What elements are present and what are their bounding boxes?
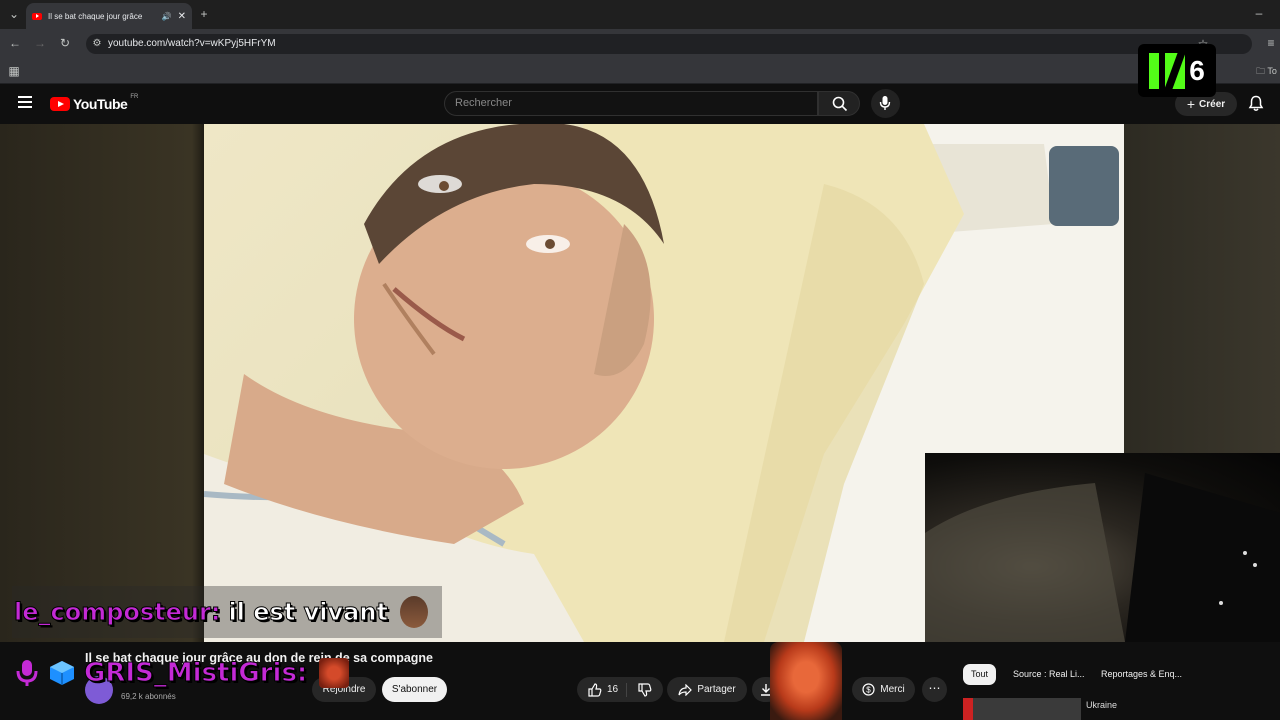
bookmark-folder[interactable]: 🗀 To	[1256, 64, 1277, 80]
more-icon: ⋯	[928, 681, 941, 695]
like-count: 16	[606, 684, 619, 695]
logo-number: 6	[1189, 54, 1205, 86]
logo-text: YouTube	[73, 96, 128, 112]
share-button[interactable]: Partager	[667, 677, 747, 702]
kick-k-icon	[1149, 52, 1186, 89]
site-info-icon[interactable]: ⚙	[90, 37, 104, 51]
webcam-image	[925, 473, 1280, 642]
thumbs-up-icon	[588, 682, 602, 697]
like-dislike-group: 16	[577, 677, 663, 702]
tab-search-icon[interactable]: ⌄	[7, 7, 21, 21]
notifications-bell-icon[interactable]	[1248, 95, 1264, 117]
browser-tab-bar: ⌄ Il se bat chaque jour grâce 🔊 ✕ + –	[0, 0, 1280, 29]
country-code: FR	[130, 94, 139, 100]
bookmarks-bar: ▦ 🗀 To	[0, 58, 1280, 84]
tab-close-icon[interactable]: ✕	[178, 11, 186, 22]
chip-source[interactable]: Source : Real Li...	[1005, 664, 1093, 685]
search-icon	[832, 96, 848, 112]
kick-channel-logo: 6	[1138, 44, 1216, 97]
audio-icon: 🔊	[161, 11, 172, 21]
apps-grid-icon[interactable]: ▦	[7, 64, 21, 78]
youtube-logo[interactable]: YouTube FR	[50, 94, 139, 112]
search-button[interactable]	[818, 91, 860, 116]
youtube-favicon-icon	[32, 12, 42, 20]
super-thanks-icon: $	[862, 683, 875, 696]
svg-text:$: $	[867, 686, 872, 695]
voice-search-button[interactable]	[871, 89, 900, 118]
menu-icon[interactable]	[18, 96, 32, 108]
plus-icon: +	[1186, 96, 1196, 112]
subscribe-button[interactable]: S'abonner	[382, 677, 447, 702]
subscriber-count: 69,2 k abonnés	[121, 692, 176, 701]
reload-icon[interactable]: ↻	[58, 36, 72, 50]
chat-message-text: il est vivant	[228, 598, 388, 627]
related-video-title[interactable]: Ukraine	[1086, 700, 1117, 710]
share-icon	[678, 683, 693, 696]
chat-username: le_composteur:	[13, 598, 221, 627]
viewer-name: GRIS_MistiGris:	[83, 658, 308, 689]
thanks-label: Merci	[880, 684, 905, 695]
create-label: Créer	[1199, 98, 1226, 110]
forward-icon[interactable]: →	[33, 36, 47, 50]
cube-badge-icon	[50, 661, 74, 685]
chip-all[interactable]: Tout	[963, 664, 997, 685]
emote-overlay-icon	[770, 642, 842, 720]
chip-reportages[interactable]: Reportages & Enq...	[1093, 664, 1190, 685]
tab-title: Il se bat chaque jour grâce	[48, 11, 143, 21]
microphone-icon	[879, 96, 891, 110]
more-actions-button[interactable]: ⋯	[922, 677, 947, 702]
minimize-window-icon[interactable]: –	[1252, 6, 1266, 20]
search-input[interactable]: Rechercher	[444, 91, 818, 116]
new-tab-icon[interactable]: +	[197, 7, 211, 21]
chat-message-overlay: le_composteur: il est vivant	[12, 586, 442, 638]
like-button[interactable]: 16	[588, 682, 628, 697]
viewer-alert-overlay: GRIS_MistiGris:	[14, 658, 350, 689]
thanks-button[interactable]: $ Merci	[852, 677, 915, 702]
reading-list-icon[interactable]: ≡	[1264, 36, 1278, 50]
viewer-emote-icon	[319, 658, 350, 688]
chat-emote-icon	[399, 596, 428, 628]
youtube-play-icon	[50, 97, 70, 111]
browser-tab[interactable]: Il se bat chaque jour grâce 🔊 ✕	[26, 3, 192, 29]
share-label: Partager	[697, 684, 736, 695]
bookmark-folder-label: To	[1267, 66, 1277, 76]
url-text: youtube.com/watch?v=wKPyj5HFrYM	[108, 38, 276, 49]
address-bar[interactable]: ⚙ youtube.com/watch?v=wKPyj5HFrYM ☆	[86, 34, 1252, 54]
dislike-button[interactable]	[638, 682, 652, 697]
microphone-icon	[16, 660, 38, 686]
back-icon[interactable]: ←	[8, 36, 22, 50]
streamer-webcam-overlay	[925, 453, 1280, 642]
related-video-thumbnail[interactable]	[963, 698, 1081, 720]
